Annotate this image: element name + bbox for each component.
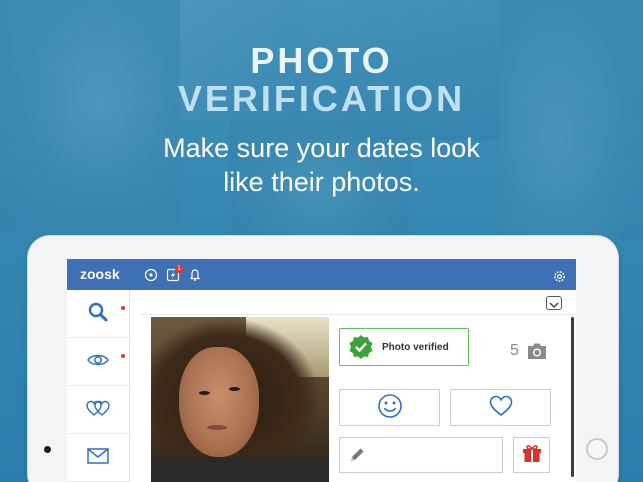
app-logo[interactable]: zoosk bbox=[80, 266, 120, 282]
tablet-home-button bbox=[586, 438, 608, 460]
like-button[interactable] bbox=[450, 389, 551, 426]
chevron-down-icon bbox=[549, 294, 559, 313]
headline-line-2: VERIFICATION bbox=[177, 78, 466, 119]
gear-icon[interactable] bbox=[553, 268, 566, 282]
collapse-button[interactable] bbox=[546, 296, 562, 310]
sidebar-item-search[interactable] bbox=[67, 290, 129, 338]
sidebar-item-views[interactable] bbox=[67, 338, 129, 386]
envelope-icon bbox=[86, 444, 110, 472]
bell-icon[interactable] bbox=[188, 268, 202, 282]
divider bbox=[140, 314, 576, 315]
heart-icon bbox=[488, 393, 514, 423]
tablet-camera bbox=[44, 446, 51, 453]
views-notification-dot bbox=[121, 306, 125, 310]
search-icon bbox=[86, 300, 110, 328]
app-screen: zoosk 1 Photo verified 5 bbox=[67, 259, 576, 482]
verified-check-icon bbox=[348, 334, 374, 360]
sidebar-item-matches[interactable] bbox=[67, 386, 129, 434]
message-input[interactable] bbox=[339, 437, 503, 473]
sidebar bbox=[67, 290, 130, 482]
profile-content: Photo verified 5 bbox=[140, 290, 576, 482]
promo-subtitle: Make sure your dates look like their pho… bbox=[0, 131, 643, 199]
notification-badge: 1 bbox=[175, 265, 183, 273]
hearts-icon bbox=[86, 396, 110, 424]
wink-button[interactable] bbox=[339, 389, 440, 426]
smiley-icon bbox=[377, 393, 403, 423]
photo-verified-badge: Photo verified bbox=[339, 328, 469, 366]
camera-icon[interactable] bbox=[526, 342, 548, 360]
subtitle-line-2: like their photos. bbox=[223, 167, 420, 197]
app-topbar: zoosk 1 bbox=[67, 259, 576, 290]
profile-photo[interactable] bbox=[151, 317, 329, 482]
scrollbar[interactable] bbox=[571, 317, 574, 477]
gift-button[interactable] bbox=[513, 437, 550, 473]
verified-label: Photo verified bbox=[382, 341, 449, 353]
headline-line-1: PHOTO bbox=[250, 40, 393, 81]
matches-notification-dot bbox=[121, 354, 125, 358]
gift-icon bbox=[521, 442, 543, 468]
refresh-icon[interactable] bbox=[144, 268, 158, 282]
sidebar-item-messages[interactable] bbox=[67, 434, 129, 482]
eye-icon bbox=[86, 348, 110, 376]
photo-count[interactable]: 5 bbox=[510, 342, 519, 360]
subtitle-line-1: Make sure your dates look bbox=[163, 133, 480, 163]
